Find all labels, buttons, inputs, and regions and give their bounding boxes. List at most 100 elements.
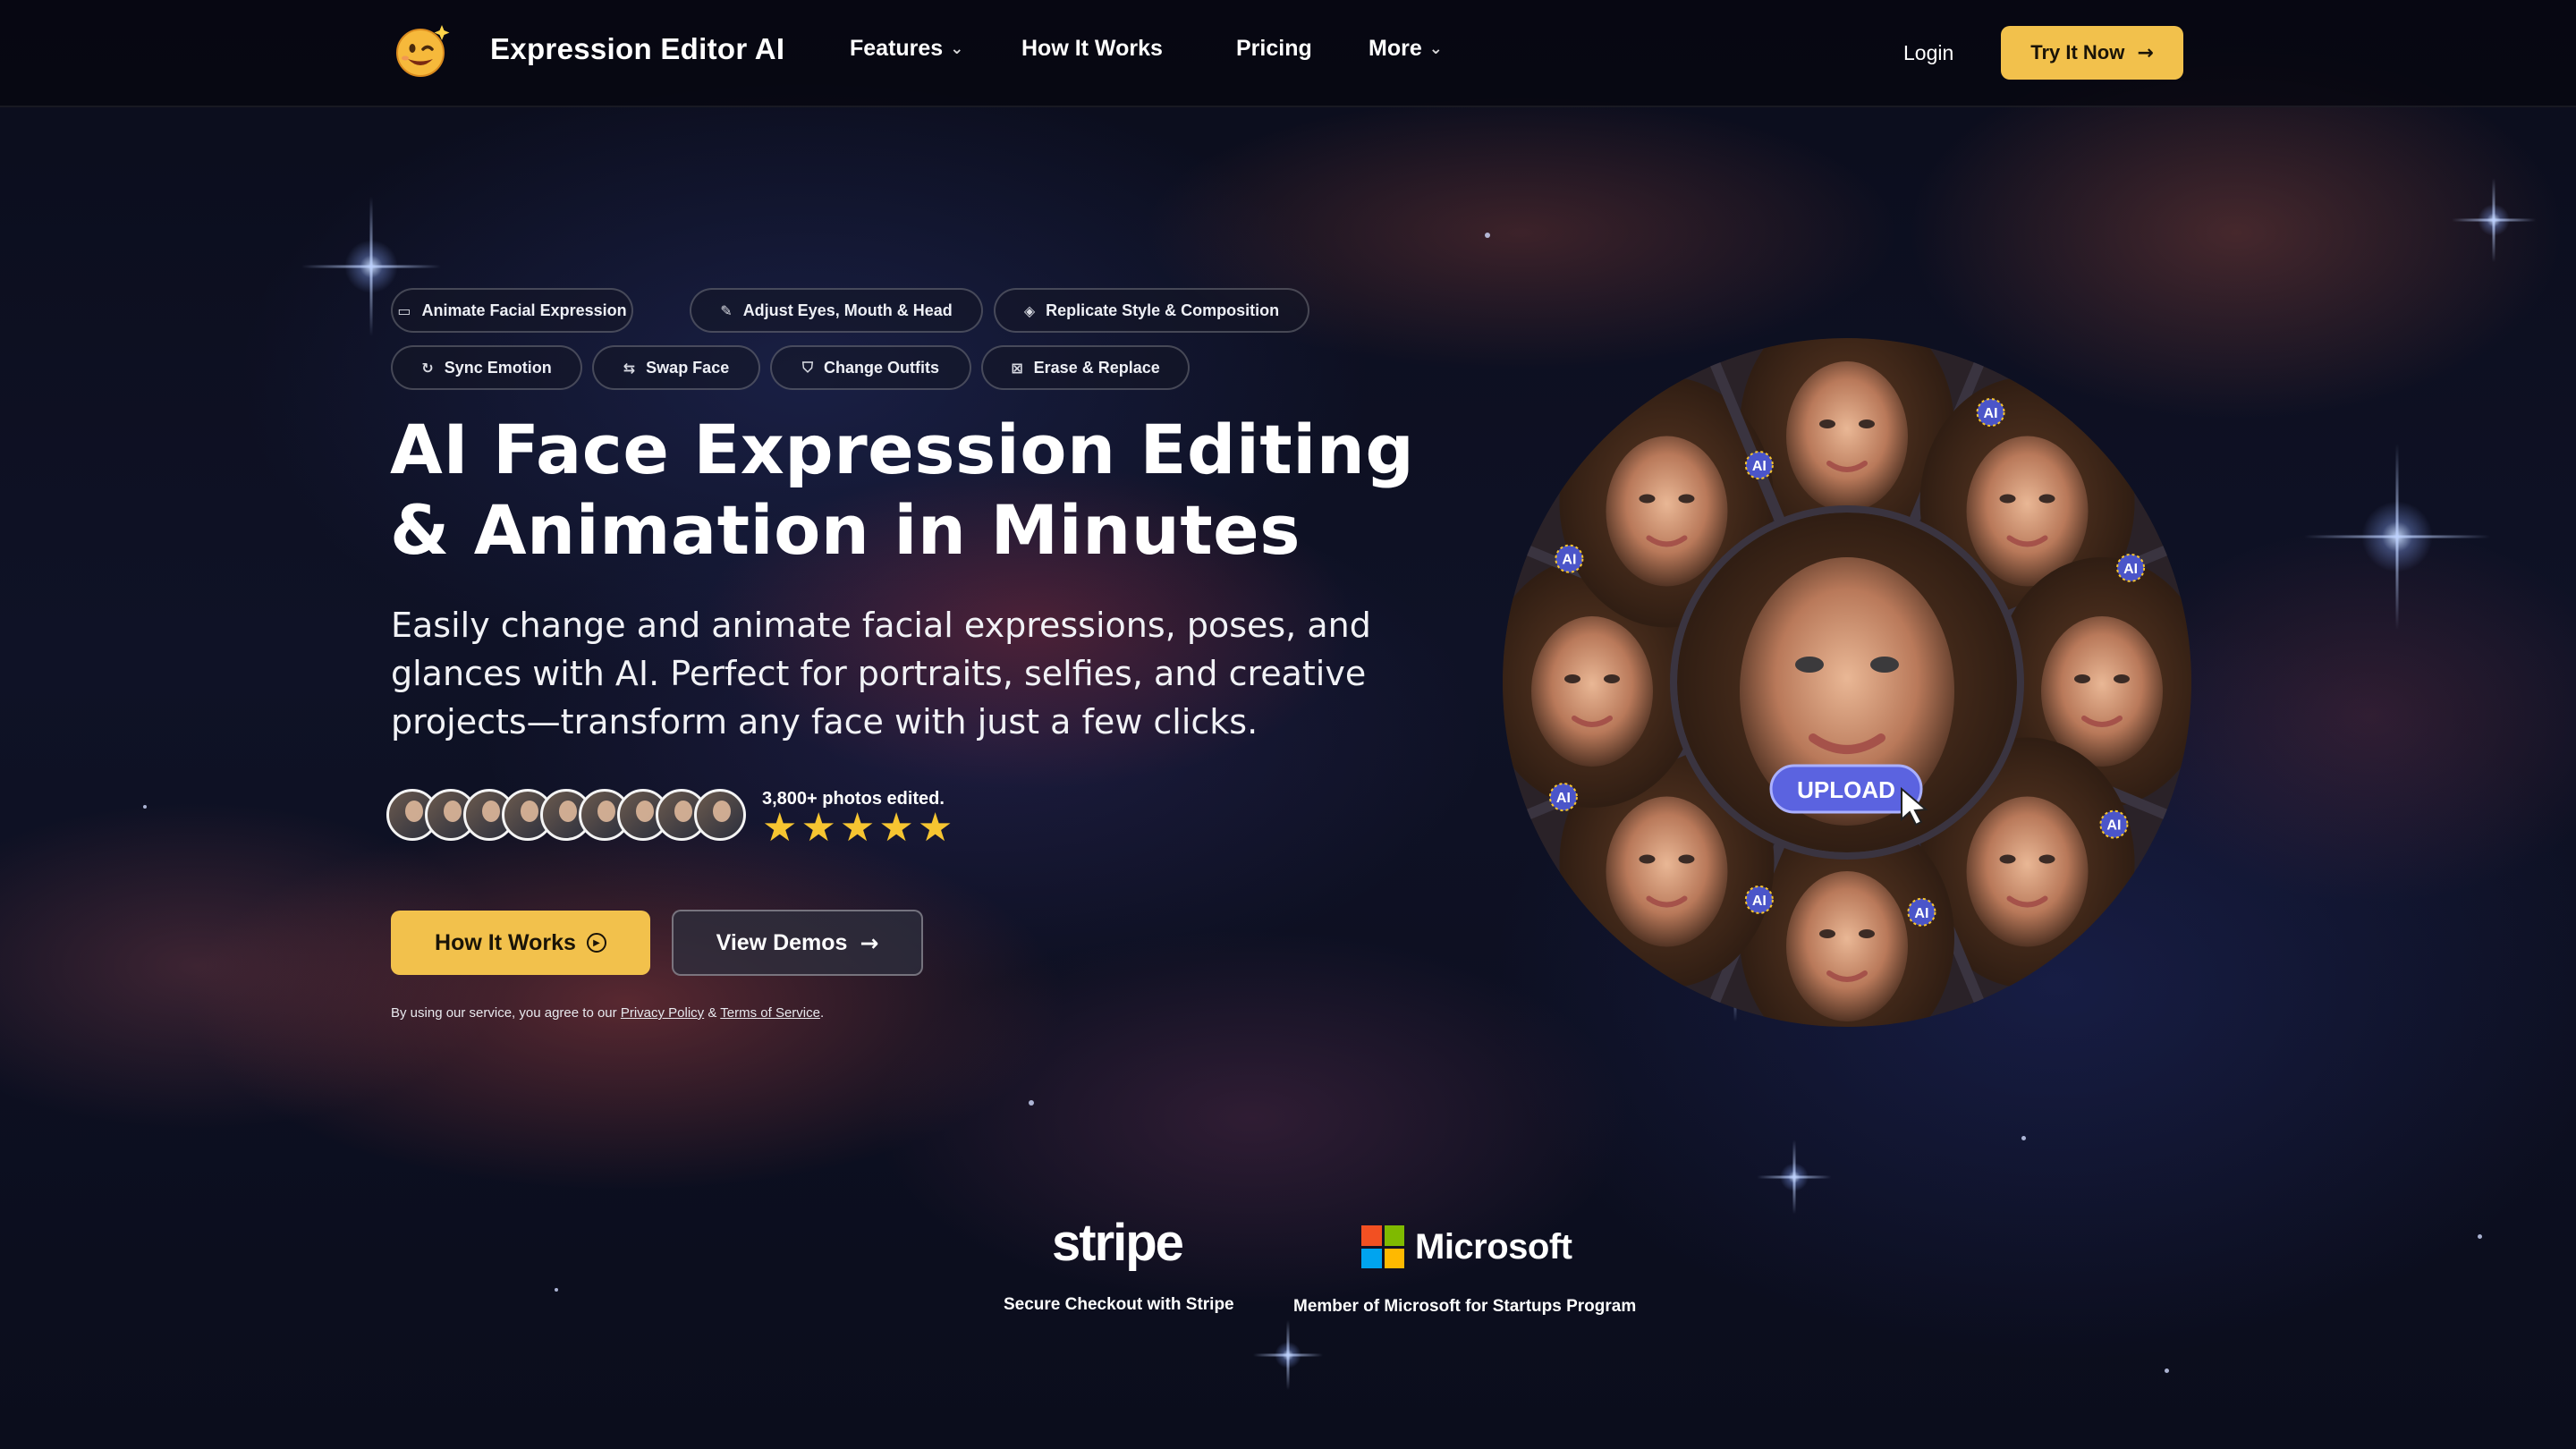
face-eye bbox=[1870, 657, 1899, 673]
nav-pricing-label: Pricing bbox=[1236, 36, 1312, 61]
play-circle-icon: ▶ bbox=[586, 933, 606, 953]
legal-prefix: By using our service, you agree to our bbox=[391, 1005, 617, 1021]
top-navbar: Expression Editor AI Features ⌄ How It W… bbox=[0, 0, 2576, 107]
face-eye bbox=[1795, 657, 1824, 673]
ai-badge: AI bbox=[1744, 451, 1774, 480]
nav-features[interactable]: Features ⌄ bbox=[850, 36, 963, 62]
layers-icon: ◈ bbox=[1023, 301, 1036, 319]
face-skin bbox=[1531, 616, 1653, 767]
microsoft-windows-icon bbox=[1361, 1225, 1404, 1268]
star-icon: ★ bbox=[878, 805, 914, 851]
microsoft-wordmark: Microsoft bbox=[1415, 1226, 1572, 1267]
user-avatar bbox=[694, 789, 746, 841]
ai-badge-label: AI bbox=[1984, 406, 1998, 421]
ai-badge-label: AI bbox=[1556, 791, 1571, 806]
nav-features-label: Features bbox=[850, 36, 944, 61]
chip-label: Swap Face bbox=[646, 358, 730, 377]
stripe-caption: Secure Checkout with Stripe bbox=[1004, 1295, 1234, 1314]
chip-swap-face[interactable]: ⇆ Swap Face bbox=[592, 345, 760, 390]
chevron-down-icon: ⌄ bbox=[950, 39, 964, 57]
face-skin bbox=[1786, 361, 1908, 512]
star-icon: ★ bbox=[762, 805, 798, 851]
chip-change-outfits[interactable]: ⛉ Change Outfits bbox=[770, 345, 971, 390]
face-eye bbox=[1859, 419, 1875, 428]
how-it-works-label: How It Works bbox=[435, 929, 576, 955]
rating-stars: ★ ★ ★ ★ ★ bbox=[762, 809, 953, 848]
nav-more-label: More bbox=[1368, 36, 1422, 61]
stripe-logo: stripe bbox=[1052, 1214, 1184, 1272]
star-dot bbox=[2478, 1234, 2482, 1239]
star-dot bbox=[143, 805, 147, 809]
face-eye bbox=[1678, 854, 1695, 864]
star-sparkle bbox=[344, 240, 398, 293]
chip-label: Sync Emotion bbox=[444, 358, 552, 377]
view-demos-label: View Demos bbox=[716, 929, 848, 955]
view-demos-button[interactable]: View Demos → bbox=[672, 910, 923, 976]
ai-badge-label: AI bbox=[2123, 562, 2138, 577]
chip-sync-emotion[interactable]: ↻ Sync Emotion bbox=[391, 345, 582, 390]
try-it-now-label: Try It Now bbox=[2030, 41, 2125, 64]
arrow-right-icon: → bbox=[2137, 41, 2154, 64]
star-dot bbox=[2021, 1136, 2026, 1140]
ai-badge: AI bbox=[2116, 553, 2146, 582]
swap-icon: ⇆ bbox=[623, 359, 636, 377]
star-sparkle bbox=[1780, 1163, 1809, 1191]
face-eye bbox=[1859, 929, 1875, 938]
shirt-icon: ⛉ bbox=[801, 359, 813, 376]
ai-badge: AI bbox=[2099, 809, 2129, 839]
star-icon: ★ bbox=[839, 805, 876, 851]
face-skin bbox=[1606, 436, 1728, 587]
upload-label: UPLOAD bbox=[1797, 776, 1895, 803]
face-eye bbox=[2038, 494, 2055, 504]
hero-headline-line2: & Animation in Minutes bbox=[390, 490, 1301, 570]
face-eye bbox=[1999, 854, 2016, 864]
chip-label: Erase & Replace bbox=[1033, 358, 1160, 377]
ai-badge-label: AI bbox=[1562, 553, 1576, 568]
ai-badge-label: AI bbox=[1752, 894, 1767, 909]
chip-adjust-eyes-mouth-head[interactable]: ✎ Adjust Eyes, Mouth & Head bbox=[690, 288, 983, 333]
eraser-icon: ⊠ bbox=[1011, 359, 1023, 377]
star-dot bbox=[1485, 233, 1490, 238]
face-eye bbox=[2114, 674, 2130, 683]
login-link[interactable]: Login bbox=[1903, 41, 1953, 65]
nav-pricing[interactable]: Pricing bbox=[1236, 36, 1312, 62]
chip-erase-replace[interactable]: ⊠ Erase & Replace bbox=[981, 345, 1190, 390]
user-avatar-stack bbox=[386, 789, 746, 843]
try-it-now-button[interactable]: Try It Now → bbox=[2001, 26, 2183, 80]
star-icon: ★ bbox=[917, 805, 953, 851]
chip-label: Animate Facial Expression bbox=[421, 301, 627, 319]
terms-of-service-link[interactable]: Terms of Service bbox=[720, 1005, 820, 1021]
star-sparkle bbox=[2361, 501, 2433, 572]
how-it-works-button[interactable]: How It Works ▶ bbox=[391, 911, 650, 975]
hero-headline: AI Face Expression Editing & Animation i… bbox=[390, 410, 1428, 571]
star-icon: ★ bbox=[801, 805, 836, 851]
chip-label: Adjust Eyes, Mouth & Head bbox=[742, 301, 953, 319]
hero-subtitle: Easily change and animate facial express… bbox=[391, 606, 1371, 741]
star-dot bbox=[1029, 1100, 1034, 1106]
ai-badge-label: AI bbox=[1914, 906, 1928, 921]
chip-replicate-style-composition[interactable]: ◈ Replicate Style & Composition bbox=[994, 288, 1309, 333]
face-skin bbox=[1786, 871, 1908, 1021]
nav-how-it-works-label: How It Works bbox=[1021, 36, 1163, 61]
legal-notice: By using our service, you agree to our P… bbox=[391, 1005, 824, 1021]
smiling-face-logo-icon[interactable] bbox=[394, 21, 451, 79]
legal-ampersand: & bbox=[708, 1005, 717, 1021]
face-eye bbox=[1639, 494, 1656, 504]
chip-animate-facial-expression[interactable]: ▭ Animate Facial Expression bbox=[391, 288, 633, 333]
hero-headline-line1: AI Face Expression Editing bbox=[390, 410, 1415, 489]
ai-badge-label: AI bbox=[2106, 818, 2121, 834]
face-eye bbox=[1678, 494, 1695, 504]
ai-badge: AI bbox=[1907, 897, 1936, 927]
face-skin bbox=[1966, 796, 2089, 947]
face-eye bbox=[1564, 674, 1580, 683]
privacy-policy-link[interactable]: Privacy Policy bbox=[621, 1005, 704, 1021]
microsoft-caption: Member of Microsoft for Startups Program bbox=[1293, 1297, 1637, 1316]
face-eye bbox=[2074, 674, 2090, 683]
chip-label: Replicate Style & Composition bbox=[1046, 301, 1280, 319]
nav-more[interactable]: More ⌄ bbox=[1368, 36, 1443, 62]
edit-icon: ✎ bbox=[720, 301, 733, 319]
face-eye bbox=[1639, 854, 1656, 864]
brand-name[interactable]: Expression Editor AI bbox=[490, 32, 784, 66]
nav-how-it-works[interactable]: How It Works bbox=[1021, 36, 1163, 62]
microsoft-logo: Microsoft bbox=[1361, 1225, 1572, 1268]
